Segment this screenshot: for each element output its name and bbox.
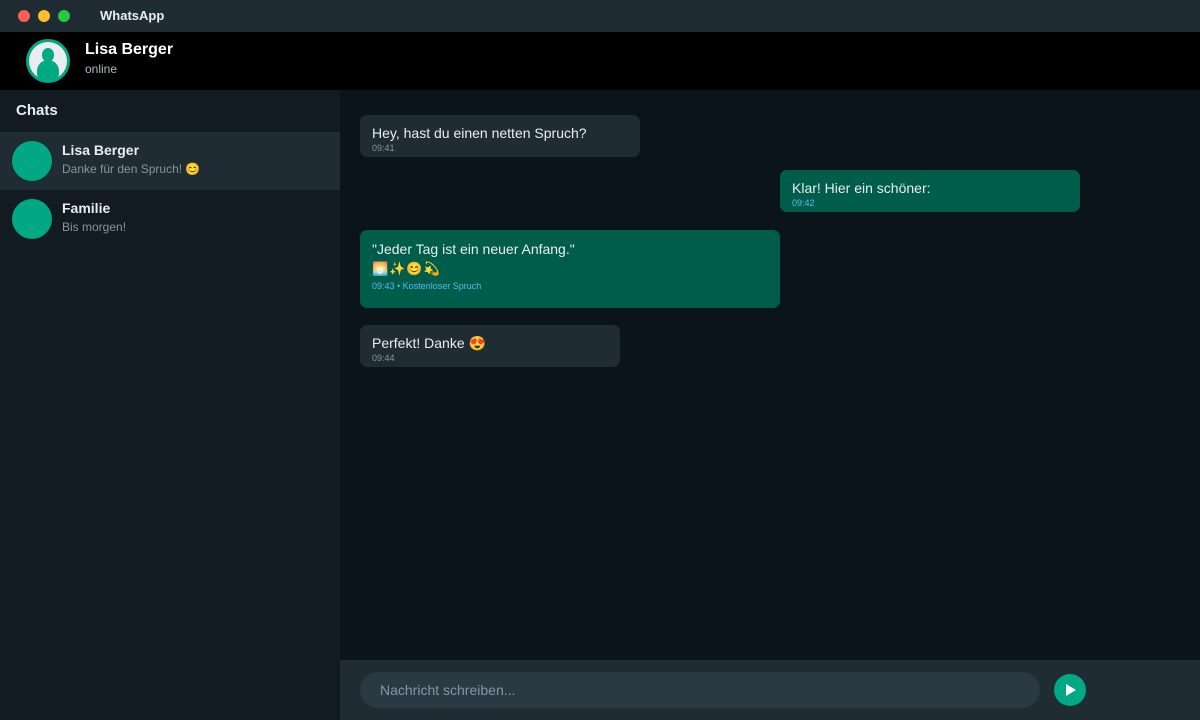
message-text: "Jeder Tag ist ein neuer Anfang." (372, 241, 575, 257)
message-composer (340, 660, 1200, 720)
message-text: Perfekt! Danke 😍 (372, 335, 486, 351)
chat-list-sidebar: Chats Lisa Berger Danke für den Spruch! … (0, 90, 340, 720)
app-title: WhatsApp (100, 8, 165, 23)
minimize-window-button[interactable] (38, 10, 50, 22)
window-titlebar: WhatsApp (0, 0, 1200, 32)
message-time: 09:42 (792, 198, 815, 208)
chat-item-lisa-berger[interactable]: Lisa Berger Danke für den Spruch! 😊 (0, 132, 340, 190)
sidebar-title: Chats (16, 102, 58, 119)
maximize-window-button[interactable] (58, 10, 70, 22)
message-input[interactable] (360, 672, 1040, 708)
contact-status: online (85, 62, 118, 76)
window-controls (18, 10, 70, 22)
contact-name: Lisa Berger (85, 41, 174, 58)
message-time: 09:43 • Kostenloser Spruch (372, 281, 482, 291)
chat-avatar (12, 141, 52, 181)
chat-avatar (12, 199, 52, 239)
message-bubble-outgoing[interactable]: Klar! Hier ein schöner: 09:42 (780, 170, 1080, 212)
message-time: 09:41 (372, 143, 395, 153)
message-emoji: 🌅✨😊💫 (372, 261, 441, 276)
message-time: 09:44 (372, 353, 395, 363)
message-text: Klar! Hier ein schöner: (792, 180, 931, 196)
chat-item-preview: Danke für den Spruch! 😊 (62, 162, 201, 176)
contact-avatar[interactable] (26, 39, 70, 83)
chat-item-preview: Bis morgen! (62, 220, 127, 234)
message-bubble-incoming[interactable]: Hey, hast du einen netten Spruch? 09:41 (360, 115, 640, 157)
chat-item-name: Lisa Berger (62, 142, 140, 158)
chat-item-name: Familie (62, 200, 111, 216)
conversation-pane: Hey, hast du einen netten Spruch? 09:41 … (340, 90, 1200, 660)
close-window-button[interactable] (18, 10, 30, 22)
message-bubble-outgoing-quote[interactable]: "Jeder Tag ist ein neuer Anfang." 🌅✨😊💫 0… (360, 230, 780, 308)
chat-item-familie[interactable]: Familie Bis morgen! (0, 190, 340, 248)
message-text: Hey, hast du einen netten Spruch? (372, 125, 587, 141)
contact-header: Lisa Berger online (0, 32, 1200, 90)
send-icon (1066, 684, 1076, 696)
message-bubble-incoming[interactable]: Perfekt! Danke 😍 09:44 (360, 325, 620, 367)
send-button[interactable] (1054, 674, 1086, 706)
